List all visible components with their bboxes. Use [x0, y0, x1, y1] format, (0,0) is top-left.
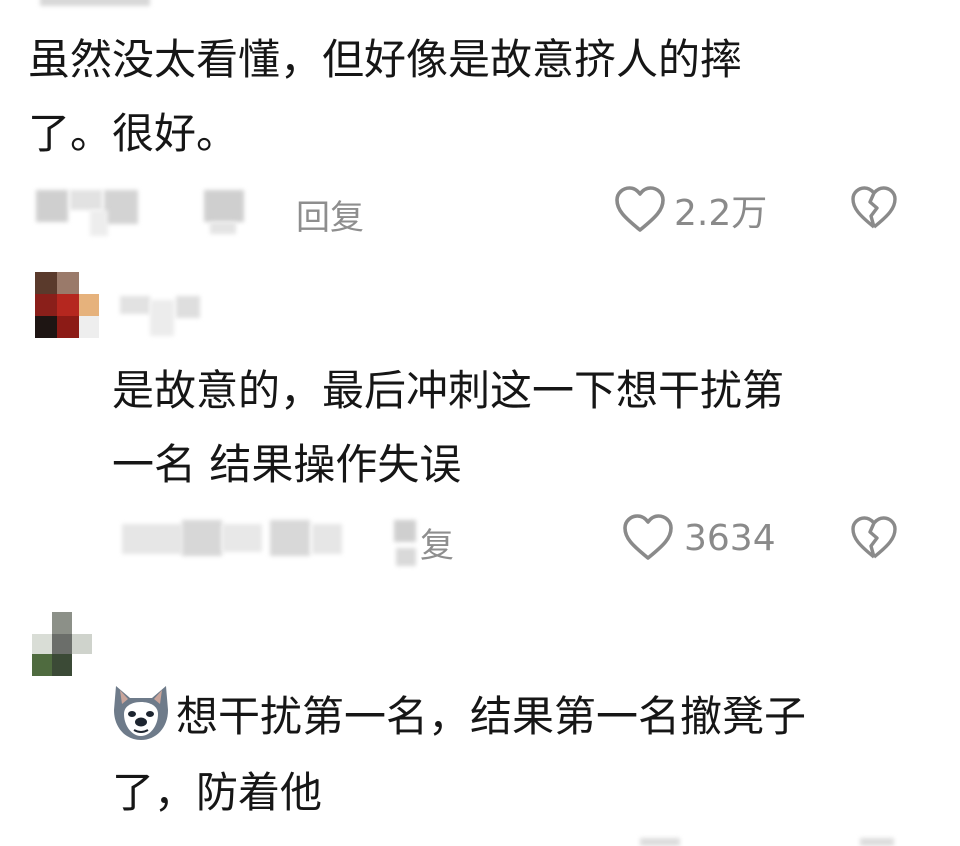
comment-2-line-2: 一名 结果操作失误 — [112, 440, 462, 489]
comment-3-line-1: 想干扰第一名，结果第一名撤凳子 — [176, 692, 807, 741]
comment-1-like-button[interactable]: 2.2万 — [614, 184, 767, 236]
comment-1-like-count: 2.2万 — [674, 193, 768, 234]
comment-3-line-2: 了，防着他 — [112, 768, 323, 817]
avatar[interactable] — [32, 612, 92, 676]
wolf-face-emoji — [110, 684, 172, 742]
comment-2-reply-button[interactable]: 复 — [420, 518, 454, 567]
comment-1-line-1: 虽然没太看懂，但好像是故意挤人的摔 — [28, 35, 743, 84]
heart-outline-icon — [614, 186, 666, 234]
comment-1-dislike-button[interactable] — [850, 186, 898, 230]
comment-2-like-count: 3634 — [684, 517, 776, 559]
comment-1-reply-button[interactable]: 回复 — [296, 190, 364, 239]
broken-heart-icon — [850, 186, 898, 230]
comment-2-line-1: 是故意的，最后冲刺这一下想干扰第 — [112, 366, 785, 415]
comment-2-dislike-button[interactable] — [850, 516, 898, 560]
comment-2-like-button[interactable]: 3634 — [622, 514, 776, 562]
heart-outline-icon — [622, 514, 674, 562]
cropped-bottom-remnant — [860, 838, 894, 846]
cropped-bottom-remnant — [640, 838, 680, 846]
broken-heart-icon — [850, 516, 898, 560]
avatar[interactable] — [35, 272, 99, 338]
cropped-top-remnant — [40, 0, 150, 6]
comment-1-line-2: 了。很好。 — [28, 109, 239, 158]
